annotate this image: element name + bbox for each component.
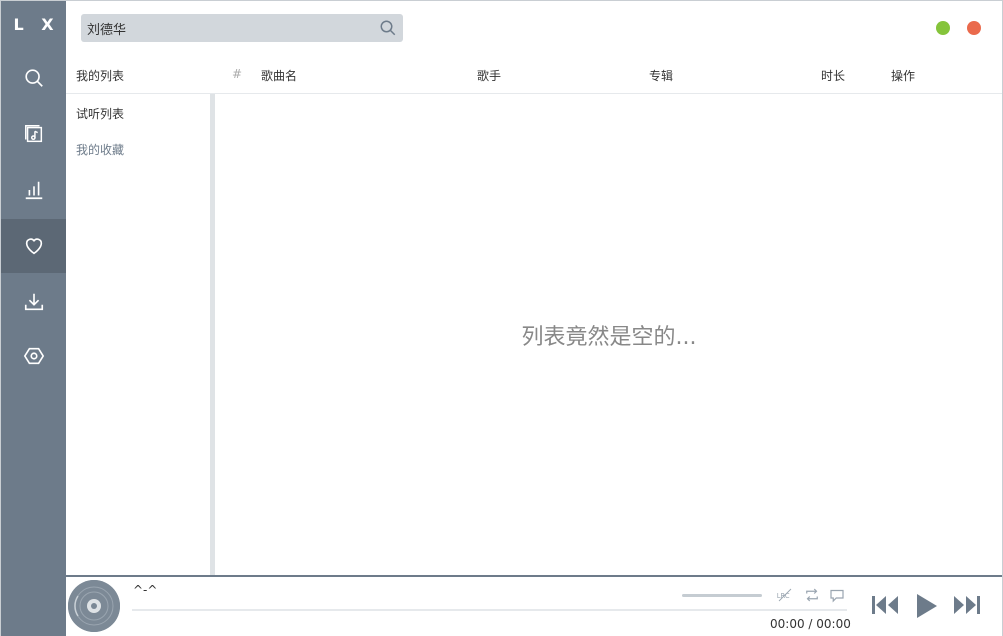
sidebar-item-search[interactable] [1, 51, 66, 105]
search-icon[interactable] [379, 19, 397, 37]
sidebar-item-my-list[interactable] [1, 219, 66, 273]
heart-icon [25, 238, 42, 255]
minimize-button[interactable] [936, 21, 950, 35]
comment-icon[interactable] [828, 586, 846, 604]
app-logo: L X [13, 15, 60, 34]
next-track-icon[interactable] [952, 591, 982, 619]
my-list-heading: 我的列表 [76, 69, 125, 83]
song-title: ^-^ [133, 583, 158, 597]
progress-bar[interactable] [132, 609, 847, 611]
player-bar: ^-^ 00:00 / 00:00 LRC [66, 575, 1002, 636]
music-list-icon [24, 125, 42, 143]
column-album: 专辑 [649, 69, 674, 83]
play-icon[interactable] [913, 591, 941, 621]
previous-track-icon[interactable] [870, 591, 900, 619]
lyrics-toggle-icon[interactable]: LRC [776, 586, 794, 604]
sidebar-item-download[interactable] [1, 275, 66, 329]
download-icon [24, 293, 43, 311]
sidebar-item-leaderboard[interactable] [1, 163, 66, 217]
column-duration: 时长 [821, 69, 846, 83]
list-item-default[interactable]: 试听列表 [76, 105, 124, 122]
search-icon [24, 69, 43, 87]
volume-slider[interactable] [682, 594, 762, 597]
column-song: 歌曲名 [261, 69, 298, 83]
column-action: 操作 [891, 69, 916, 83]
chart-icon [25, 181, 42, 200]
empty-list-message: 列表竟然是空的... [521, 325, 697, 350]
column-artist: 歌手 [477, 69, 502, 83]
list-header: 我的列表 # 歌曲名 歌手 专辑 时长 操作 [66, 59, 1002, 94]
search-box [81, 14, 403, 42]
repeat-icon[interactable] [803, 586, 821, 604]
disc-icon [68, 580, 120, 632]
column-number: # [232, 67, 243, 81]
lyrics-label: LRC [777, 592, 790, 600]
album-cover[interactable] [68, 580, 120, 632]
sidebar-item-settings[interactable] [1, 329, 66, 383]
playlist-panel: 试听列表 我的收藏 [66, 94, 211, 575]
settings-icon [23, 347, 44, 365]
app-window: L X 我的列表 # 歌曲名 歌手 专辑 时长 操作 [0, 0, 1003, 636]
panel-scrollbar[interactable] [210, 94, 215, 575]
list-item-favorites[interactable]: 我的收藏 [76, 141, 124, 158]
close-button[interactable] [967, 21, 981, 35]
search-input[interactable] [87, 14, 372, 42]
sidebar-item-songlist[interactable] [1, 107, 66, 161]
sidebar: L X [1, 1, 66, 636]
time-display: 00:00 / 00:00 [770, 617, 851, 631]
